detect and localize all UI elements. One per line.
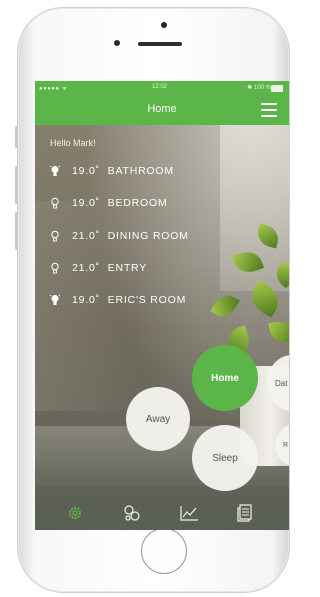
lightbulb-on-icon[interactable] (50, 294, 62, 306)
earpiece-speaker (138, 42, 182, 46)
room-row[interactable]: 21.0˚ ENTRY (50, 262, 147, 274)
log-icon (237, 504, 252, 522)
status-time: 12:02 (152, 84, 168, 90)
plant-leaf (268, 318, 289, 346)
room-name: BEDROOM (107, 197, 168, 209)
room-name: ENTRY (107, 262, 148, 274)
lightbulb-off-icon[interactable] (50, 262, 62, 274)
tab-settings[interactable] (65, 503, 85, 523)
status-bar: ●●●●● ᯤ 12:02 ✱ 100 % (35, 81, 289, 95)
mode-away-label: Away (145, 413, 171, 425)
room-temperature: 21.0˚ (72, 262, 100, 274)
app-screen: ●●●●● ᯤ 12:02 ✱ 100 % Home Hello Mark! 1… (35, 81, 289, 530)
settings-gear-icon (69, 507, 81, 519)
room-row[interactable]: 19.0˚ BATHROOM (50, 165, 174, 177)
mode-sleep-label: Sleep (212, 452, 238, 464)
mode-home-button[interactable]: Home (192, 345, 258, 411)
room-temperature: 19.0˚ (72, 165, 100, 177)
mode-home-label: Home (211, 372, 239, 384)
tab-log[interactable] (235, 503, 255, 523)
tab-bar (35, 494, 289, 530)
lightbulb-off-icon[interactable] (50, 197, 62, 209)
battery-icon (271, 85, 283, 92)
lightbulb-off-icon[interactable] (50, 230, 62, 242)
room-name: DINING ROOM (107, 230, 189, 242)
room-row[interactable]: 19.0˚ ERIC'S ROOM (50, 294, 186, 306)
lightbulb-on-icon[interactable] (50, 165, 62, 177)
nav-bar: Home (35, 95, 289, 125)
volume-down-button (15, 212, 18, 250)
room-temperature: 19.0˚ (72, 197, 100, 209)
battery-level: ✱ 100 % (247, 85, 271, 91)
proximity-sensor (114, 40, 120, 46)
room-temperature: 19.0˚ (72, 294, 100, 306)
greeting-text: Hello Mark! (50, 138, 96, 148)
room-name: ERIC'S ROOM (107, 294, 187, 306)
room-row[interactable]: 21.0˚ DINING ROOM (50, 230, 189, 242)
volume-up-button (15, 166, 18, 204)
room-name: BATHROOM (107, 165, 174, 177)
page-title: Home (147, 103, 177, 115)
home-hardware-button[interactable] (141, 528, 187, 574)
room-row[interactable]: 19.0˚ BEDROOM (50, 197, 168, 209)
scenes-icon (124, 505, 140, 521)
plant-leaf (210, 290, 240, 322)
chart-icon (180, 506, 198, 521)
mute-switch (15, 126, 18, 148)
tab-statistics[interactable] (179, 503, 199, 523)
room-temperature: 21.0˚ (72, 230, 100, 242)
mode-away-button[interactable]: Away (126, 387, 190, 451)
hamburger-menu-icon[interactable] (261, 103, 277, 117)
front-camera (161, 22, 167, 28)
mode-sleep-button[interactable]: Sleep (192, 425, 258, 491)
carrier-signal: ●●●●● ᯤ (39, 86, 68, 92)
mode-partial-label: R (283, 441, 289, 449)
tab-scenes[interactable] (122, 503, 142, 523)
mode-date-label: Dat (275, 378, 288, 388)
